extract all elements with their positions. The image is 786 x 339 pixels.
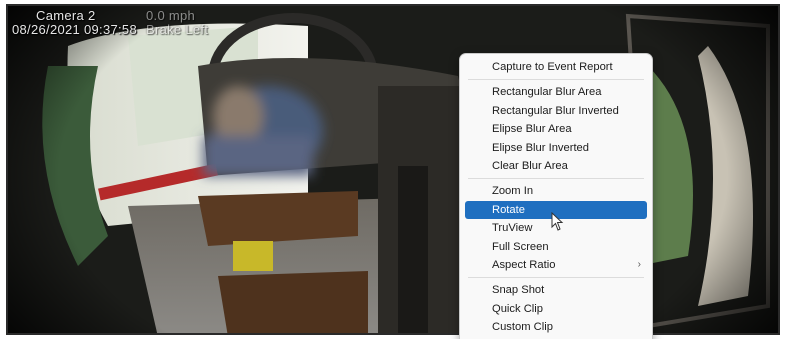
camera-video-frame[interactable]: Camera 2 0.0 mph 08/26/2021 09:37:58 Bra… [6, 4, 780, 335]
menu-item-elipse-blur-area[interactable]: Elipse Blur Area [465, 120, 647, 138]
menu-item-zoom-in[interactable]: Zoom In [465, 182, 647, 200]
menu-item-quick-clip[interactable]: Quick Clip [465, 300, 647, 318]
menu-item-label: Rotate [492, 203, 525, 216]
menu-item-label: Aspect Ratio [492, 258, 556, 271]
menu-item-label: Elipse Blur Area [492, 123, 572, 136]
menu-item-label: Quick Clip [492, 302, 543, 315]
menu-separator [468, 79, 644, 81]
camera-name-label: Camera 2 [36, 8, 96, 23]
menu-item-label: TruView [492, 222, 533, 235]
menu-item-label: Custom Clip [492, 321, 553, 334]
fisheye-camera-view [8, 6, 778, 333]
mouse-pointer-icon [551, 212, 564, 231]
speed-readout: 0.0 mph [146, 8, 196, 23]
menu-item-elipse-blur-inverted[interactable]: Elipse Blur Inverted [465, 139, 647, 157]
menu-item-label: Elipse Blur Inverted [492, 141, 590, 154]
menu-item-clear-blur-area[interactable]: Clear Blur Area [465, 157, 647, 175]
context-menu: Capture to Event Report Rectangular Blur … [459, 53, 653, 339]
menu-item-label: Snap Shot [492, 284, 545, 297]
menu-item-label: Full Screen [492, 240, 549, 253]
menu-item-label: Clear Blur Area [492, 159, 568, 172]
menu-item-snap-shot[interactable]: Snap Shot [465, 281, 647, 299]
menu-item-label: Capture to Event Report [492, 61, 613, 73]
menu-item-rectangular-blur-inverted[interactable]: Rectangular Blur Inverted [465, 102, 647, 120]
menu-item-label: Zoom In [492, 185, 534, 198]
menu-item-full-screen[interactable]: Full Screen [465, 238, 647, 256]
menu-item-aspect-ratio[interactable]: Aspect Ratio › [465, 256, 647, 274]
menu-item-custom-clip[interactable]: Custom Clip [465, 318, 647, 336]
menu-item-label: Rectangular Blur Inverted [492, 104, 619, 117]
menu-item-label: Rectangular Blur Area [492, 86, 602, 99]
status-overlay-label: Brake Left [146, 22, 209, 37]
timestamp-label: 08/26/2021 09:37:58 [12, 22, 137, 37]
menu-separator [468, 178, 644, 180]
chevron-right-icon: › [637, 258, 641, 270]
menu-item-capture-to-event-report[interactable]: Capture to Event Report [465, 58, 647, 76]
menu-item-rectangular-blur-area[interactable]: Rectangular Blur Area [465, 83, 647, 101]
menu-separator [468, 277, 644, 279]
